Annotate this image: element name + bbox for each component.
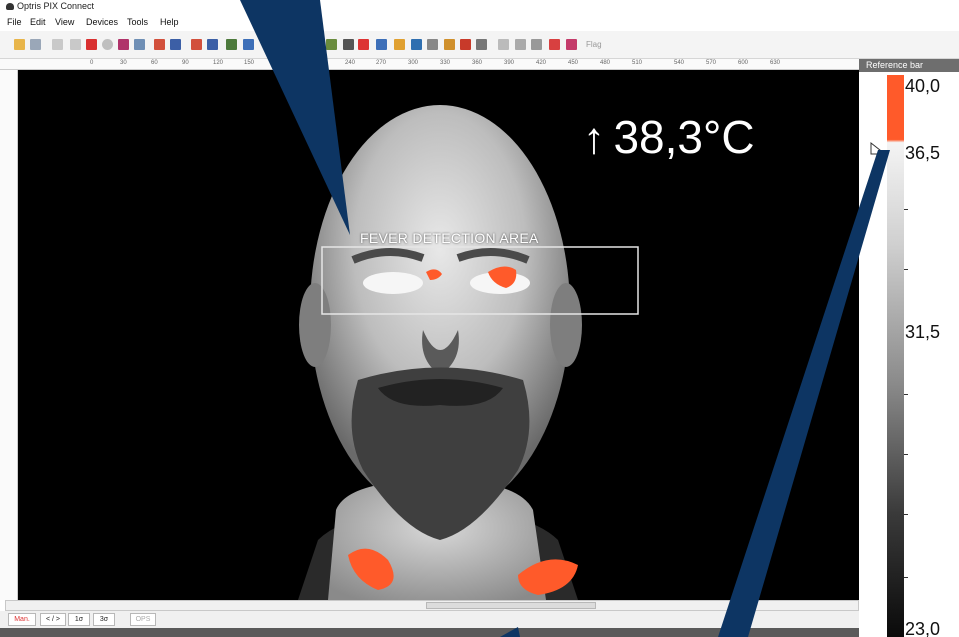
snapshot-icon[interactable]	[118, 39, 129, 50]
window-title: Optris PIX Connect	[17, 1, 95, 11]
sigma1-button[interactable]: 1σ	[68, 613, 90, 626]
reference-mid-label: 31,5	[905, 322, 941, 342]
ruler-tick: 570	[706, 60, 717, 66]
menu-file[interactable]: File	[7, 17, 22, 27]
scale-controls: Man. < / > 1σ 3σ OPS	[0, 611, 859, 628]
fullscreen-icon[interactable]	[427, 39, 438, 50]
vertical-ruler	[0, 70, 18, 600]
video-icon[interactable]	[134, 39, 145, 50]
ruler-tick: 390	[504, 60, 515, 66]
hand-icon[interactable]	[394, 39, 405, 50]
ruler-tick: 90	[182, 60, 189, 66]
play-icon[interactable]	[52, 39, 63, 50]
measure-icon[interactable]	[191, 39, 202, 50]
ruler-tick: 600	[738, 60, 749, 66]
ruler-tick: 540	[674, 60, 685, 66]
ruler-tick: 510	[632, 60, 643, 66]
line-icon[interactable]	[358, 39, 369, 50]
reference-color-bar[interactable]	[887, 75, 904, 637]
align-icon[interactable]	[444, 39, 455, 50]
menu-devices[interactable]: Devices	[86, 17, 118, 27]
menu-edit[interactable]: Edit	[30, 17, 46, 27]
export-icon[interactable]	[566, 39, 577, 50]
ref-tick	[904, 269, 908, 270]
left-ear	[299, 283, 331, 367]
reference-bar-title: Reference bar	[859, 59, 959, 72]
pause-icon[interactable]	[70, 39, 81, 50]
ops-button[interactable]: OPS	[130, 613, 156, 626]
ruler-tick: 30	[120, 60, 127, 66]
temperature-reading: 38,3°C	[613, 111, 755, 163]
histogram-icon[interactable]	[326, 39, 337, 50]
ruler-tick: 240	[345, 60, 356, 66]
stop-icon[interactable]	[86, 39, 97, 50]
open-folder-icon[interactable]	[14, 39, 25, 50]
save-icon[interactable]	[30, 39, 41, 50]
reference-threshold-label: 36,5	[905, 143, 941, 163]
area-icon[interactable]	[207, 39, 218, 50]
grid-icon[interactable]	[343, 39, 354, 50]
flag-button[interactable]: Flag	[586, 40, 602, 49]
horizontal-scrollbar[interactable]	[5, 600, 859, 611]
ruler-tick: 150	[244, 60, 255, 66]
ruler-tick: 480	[600, 60, 611, 66]
ruler-tick: 360	[472, 60, 483, 66]
list-icon[interactable]	[498, 39, 509, 50]
thermal-image-view[interactable]: FEVER DETECTION AREA ↑ 38,3°C	[18, 70, 859, 600]
config-icon[interactable]	[531, 39, 542, 50]
settings-icon[interactable]	[460, 39, 471, 50]
ruler-tick: 450	[568, 60, 579, 66]
graph-icon[interactable]	[243, 39, 254, 50]
right-ear	[550, 283, 582, 367]
app-icon	[6, 3, 14, 10]
ref-tick	[904, 394, 908, 395]
ruler-tick: 270	[376, 60, 387, 66]
title-bar: Optris PIX Connect	[0, 0, 959, 14]
fever-detection-label: FEVER DETECTION AREA	[360, 230, 539, 246]
menu-help[interactable]: Help	[160, 17, 179, 27]
ref-tick	[904, 577, 908, 578]
reference-min-label: 23,0	[905, 619, 941, 637]
scroll-thumb[interactable]	[426, 602, 596, 609]
manual-button[interactable]: Man.	[8, 613, 36, 626]
threshold-marker-icon[interactable]	[870, 141, 886, 155]
menu-tools[interactable]: Tools	[127, 17, 148, 27]
sigma3-button[interactable]: 3σ	[93, 613, 115, 626]
profile-icon[interactable]	[376, 39, 387, 50]
ruler-tick: 420	[536, 60, 547, 66]
ruler-tick: 60	[151, 60, 158, 66]
ruler-tick: 630	[770, 60, 781, 66]
ruler-tick: 330	[440, 60, 451, 66]
ref-tick	[904, 209, 908, 210]
left-eye	[363, 272, 423, 294]
ruler-tick: 0	[90, 60, 94, 66]
ruler-tick: 120	[213, 60, 224, 66]
ruler-tick: 300	[408, 60, 419, 66]
palette-icon[interactable]	[154, 39, 165, 50]
zoom-icon[interactable]	[411, 39, 422, 50]
menu-bar: File Edit View Devices Tools Help	[0, 14, 959, 31]
horizontal-ruler: 0 30 60 90 120 150 240 270 300 330 360 3…	[0, 59, 859, 70]
reference-bar-panel: Reference bar 40,0 36,5 31,5 23,0	[859, 59, 959, 637]
reference-max-label: 40,0	[905, 76, 941, 96]
toolbar: Flag	[0, 31, 959, 59]
layout-icon[interactable]	[170, 39, 181, 50]
status-bar	[0, 628, 859, 637]
ref-tick	[904, 514, 908, 515]
ref-tick	[904, 454, 908, 455]
temperature-reading-group: ↑ 38,3°C	[583, 110, 755, 164]
sort-icon[interactable]	[515, 39, 526, 50]
range-button[interactable]: < / >	[40, 613, 66, 626]
up-arrow-icon: ↑	[583, 114, 605, 163]
chart-icon[interactable]	[226, 39, 237, 50]
menu-view[interactable]: View	[55, 17, 74, 27]
record-icon[interactable]	[102, 39, 113, 50]
tools-icon[interactable]	[476, 39, 487, 50]
alarm-icon[interactable]	[549, 39, 560, 50]
